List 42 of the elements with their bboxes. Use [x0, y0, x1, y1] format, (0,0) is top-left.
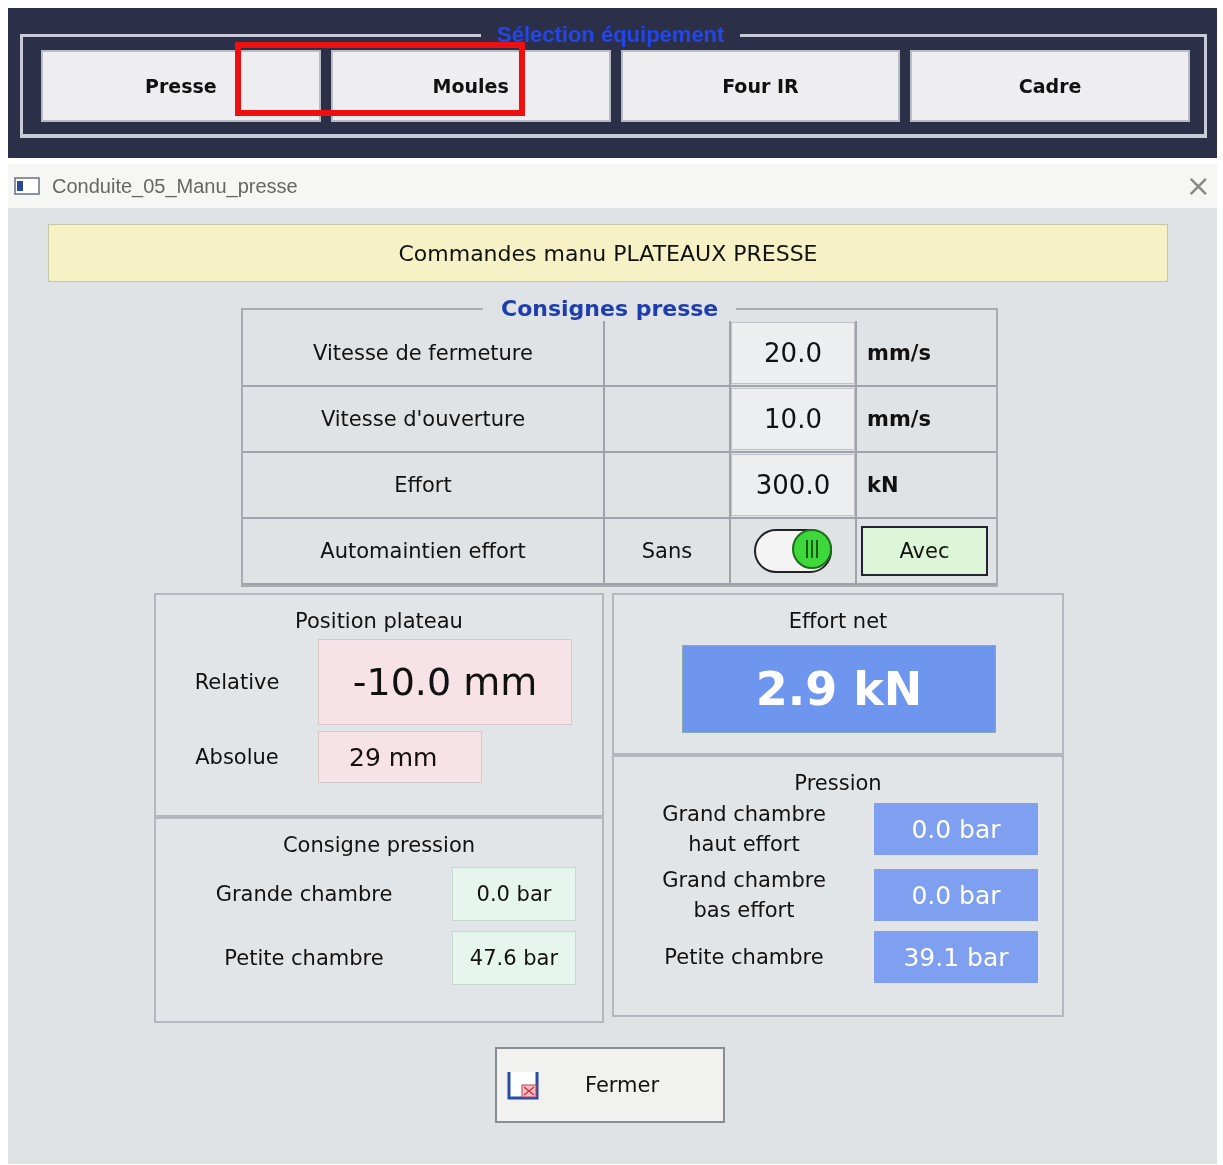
unit-label: mm/s	[857, 321, 996, 387]
value-display: 29 mm	[318, 731, 482, 783]
field-label: Petite chambre	[223, 946, 385, 970]
option-label: Avec	[861, 526, 988, 576]
value-field[interactable]: 0.0 bar	[452, 867, 576, 921]
value-field[interactable]: 47.6 bar	[452, 931, 576, 985]
field-label: Vitesse d'ouverture	[243, 387, 605, 453]
field-label: Vitesse de fermeture	[243, 321, 605, 387]
field-label: Absolue	[194, 745, 280, 769]
option-label: Sans	[605, 519, 731, 585]
panel-title: Pression	[793, 771, 883, 795]
value-display: -10.0 mm	[318, 639, 572, 725]
equipment-button[interactable]: Presse	[41, 50, 321, 122]
value-field[interactable]: 300.0	[731, 454, 855, 516]
field-label: Automaintien effort	[243, 519, 605, 585]
equipment-button[interactable]: Four IR	[620, 50, 901, 122]
value-display: 0.0 bar	[874, 869, 1038, 921]
window-icon	[14, 177, 40, 195]
unit-label: kN	[857, 453, 996, 519]
field-label: Grand chambre bas effort	[661, 867, 827, 924]
field-label: Grande chambre	[214, 882, 394, 906]
group-title: Sélection équipement	[496, 22, 726, 48]
field-label: Effort	[243, 453, 605, 519]
value-display: 39.1 bar	[874, 931, 1038, 983]
field-label: Relative	[193, 670, 281, 694]
window-title: Conduite_05_Manu_presse	[52, 174, 299, 198]
equipment-button[interactable]: Cadre	[910, 50, 1190, 122]
value-display: 0.0 bar	[874, 803, 1038, 855]
field-label: Grand chambre haut effort	[661, 801, 827, 858]
close-button[interactable]: Fermer	[495, 1047, 725, 1123]
panel-title: Position plateau	[294, 609, 464, 633]
value-field[interactable]: 20.0	[731, 322, 855, 384]
value-field[interactable]: 10.0	[731, 388, 855, 450]
banner: Commandes manu PLATEAUX PRESSE	[48, 224, 1168, 282]
panel-title: Effort net	[787, 609, 889, 633]
equipment-button[interactable]: Moules	[330, 50, 611, 122]
unit-label: mm/s	[857, 387, 996, 453]
field-label: Petite chambre	[663, 944, 825, 971]
group-title: Consignes presse	[500, 296, 720, 321]
value-display: 2.9 kN	[682, 645, 996, 733]
panel-title: Consigne pression	[281, 833, 477, 857]
toggle-switch[interactable]	[754, 529, 832, 573]
